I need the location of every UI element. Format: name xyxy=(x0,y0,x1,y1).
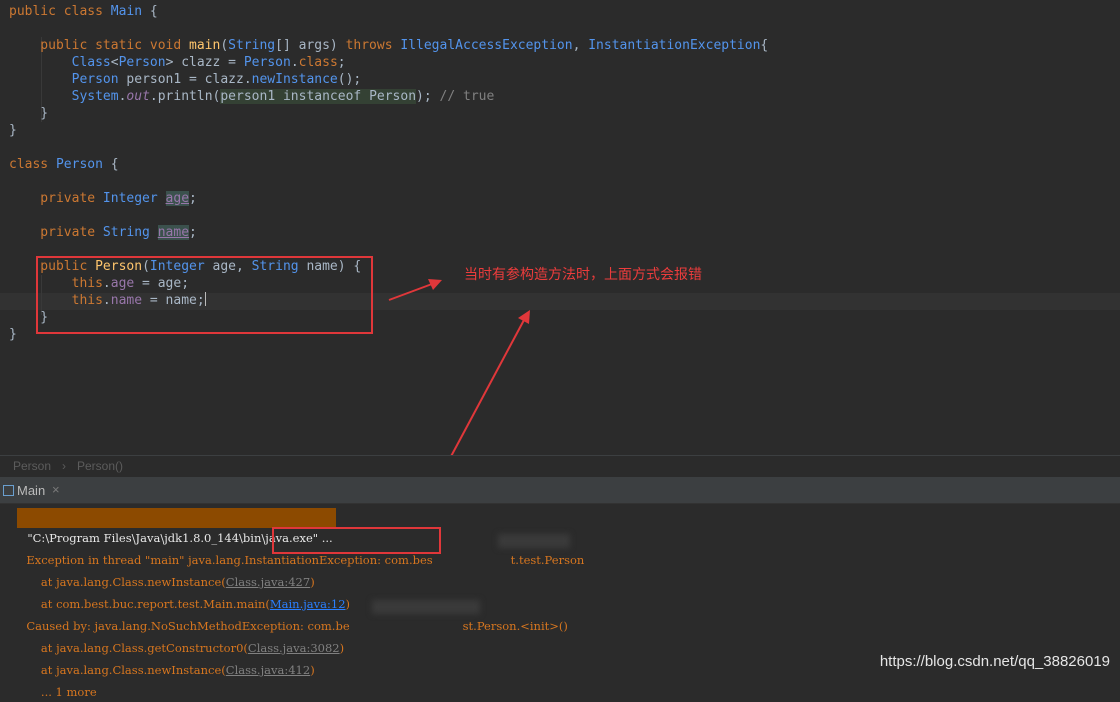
code-token: out xyxy=(126,89,150,104)
annotation-box-constructor xyxy=(36,256,373,334)
code-token: ; xyxy=(189,225,197,240)
tab-main[interactable]: Main xyxy=(17,483,45,498)
code-token: } xyxy=(9,327,17,342)
code-token: > clazz = xyxy=(165,55,244,70)
code-token: } xyxy=(9,106,49,121)
console-line-stack-4: at java.lang.Class.newInstance(Class.jav… xyxy=(19,640,315,677)
exception-package: com.bes xyxy=(381,553,433,567)
code-line[interactable]: System.out.println(person1 instanceof Pe… xyxy=(9,88,768,105)
code-token: Person xyxy=(55,157,103,172)
code-line[interactable] xyxy=(9,20,768,37)
code-line[interactable] xyxy=(9,207,768,224)
code-token: IllegalAccessException xyxy=(400,38,573,53)
code-token: // true xyxy=(439,89,495,104)
code-line[interactable]: Person person1 = clazz.newInstance(); xyxy=(9,71,768,88)
code-token: private xyxy=(9,191,103,206)
code-line[interactable]: } xyxy=(9,105,768,122)
watermark: https://blog.csdn.net/qq_38826019 xyxy=(879,653,1110,670)
breadcrumb-item-constructor[interactable]: Person() xyxy=(77,459,123,473)
code-token: InstantiationException xyxy=(588,38,761,53)
code-token: newInstance xyxy=(251,72,338,87)
exception-class: t.test.Person xyxy=(510,553,585,567)
code-token: String xyxy=(228,38,276,53)
code-token: [] args) xyxy=(275,38,346,53)
code-token: (); xyxy=(337,72,362,87)
code-token: < xyxy=(110,55,119,70)
console-line-stack-1: at java.lang.Class.newInstance(Class.jav… xyxy=(19,552,315,589)
code-line[interactable]: class Person { xyxy=(9,156,768,173)
code-token: } xyxy=(9,123,17,138)
close-icon[interactable]: × xyxy=(52,482,60,497)
code-line[interactable] xyxy=(9,173,768,190)
breadcrumb-item-class[interactable]: Person xyxy=(13,459,51,473)
code-token: .println( xyxy=(149,89,221,104)
code-token: Person xyxy=(118,55,166,70)
code-token: String xyxy=(102,225,150,240)
code-token: person1 instanceof Person xyxy=(220,89,417,104)
console-command-line: "C:\Program Files\Java\jdk1.8.0_144\bin\… xyxy=(17,508,336,545)
code-line[interactable]: public static void main(String[] args) t… xyxy=(9,37,768,54)
annotation-note: 当时有参构造方法时，上面方式会报错 xyxy=(464,267,702,283)
code-token: throws xyxy=(345,38,401,53)
caused-by-class: st.Person.<init>() xyxy=(462,619,568,633)
code-line[interactable]: private Integer age; xyxy=(9,190,768,207)
code-token: ; xyxy=(189,191,197,206)
code-line[interactable] xyxy=(9,139,768,156)
breadcrumb-separator: › xyxy=(62,459,66,473)
code-token: age xyxy=(165,191,190,206)
code-token: { xyxy=(142,4,158,19)
code-token: public static void xyxy=(9,38,190,53)
code-token: name xyxy=(157,225,190,240)
code-token: System xyxy=(71,89,119,104)
code-line[interactable]: private String name; xyxy=(9,224,768,241)
annotation-box-exception xyxy=(272,527,441,554)
code-token: . xyxy=(290,55,299,70)
console-line-caused-by: Caused by: java.lang.NoSuchMethodExcepti… xyxy=(19,596,568,633)
stack-frame-close: ) xyxy=(310,663,315,677)
run-config-icon xyxy=(3,485,14,496)
code-token: class xyxy=(9,157,56,172)
console-line-stack-3: at java.lang.Class.getConstructor0(Class… xyxy=(19,618,344,655)
code-token: private xyxy=(9,225,103,240)
code-line[interactable]: Class<Person> clazz = Person.class; xyxy=(9,54,768,71)
console-line-more: ... 1 more xyxy=(19,662,97,699)
code-token: { xyxy=(760,38,769,53)
code-token: ); xyxy=(416,89,440,104)
console-line-stack-2: at com.best.buc.report.test.Main.main(Ma… xyxy=(19,574,350,611)
redaction-blur xyxy=(372,600,480,614)
code-token: public class xyxy=(9,4,111,19)
stack-frame-close: ) xyxy=(339,641,345,655)
code-line[interactable]: } xyxy=(9,122,768,139)
more-frames-text: ... 1 more xyxy=(26,685,97,699)
run-tool-window-header: Main × xyxy=(0,477,1120,504)
code-token: { xyxy=(102,157,119,172)
stack-frame-link[interactable]: Class.java:412 xyxy=(226,663,310,677)
code-token: class xyxy=(298,55,338,70)
code-token: ( xyxy=(220,38,229,53)
redaction-blur xyxy=(498,534,570,548)
breadcrumb: Person › Person() xyxy=(0,455,1120,477)
code-token: Person xyxy=(243,55,291,70)
code-line[interactable]: public class Main { xyxy=(9,3,768,20)
code-token: Class xyxy=(71,55,111,70)
code-token: , xyxy=(572,38,589,53)
code-token: Integer xyxy=(102,191,158,206)
code-token: person1 = clazz. xyxy=(118,72,252,87)
code-token: Main xyxy=(110,4,143,19)
code-token: main xyxy=(189,38,221,53)
code-token: ; xyxy=(337,55,346,70)
code-token: Person xyxy=(71,72,119,87)
code-editor[interactable]: public class Main { public static void m… xyxy=(0,0,1120,455)
